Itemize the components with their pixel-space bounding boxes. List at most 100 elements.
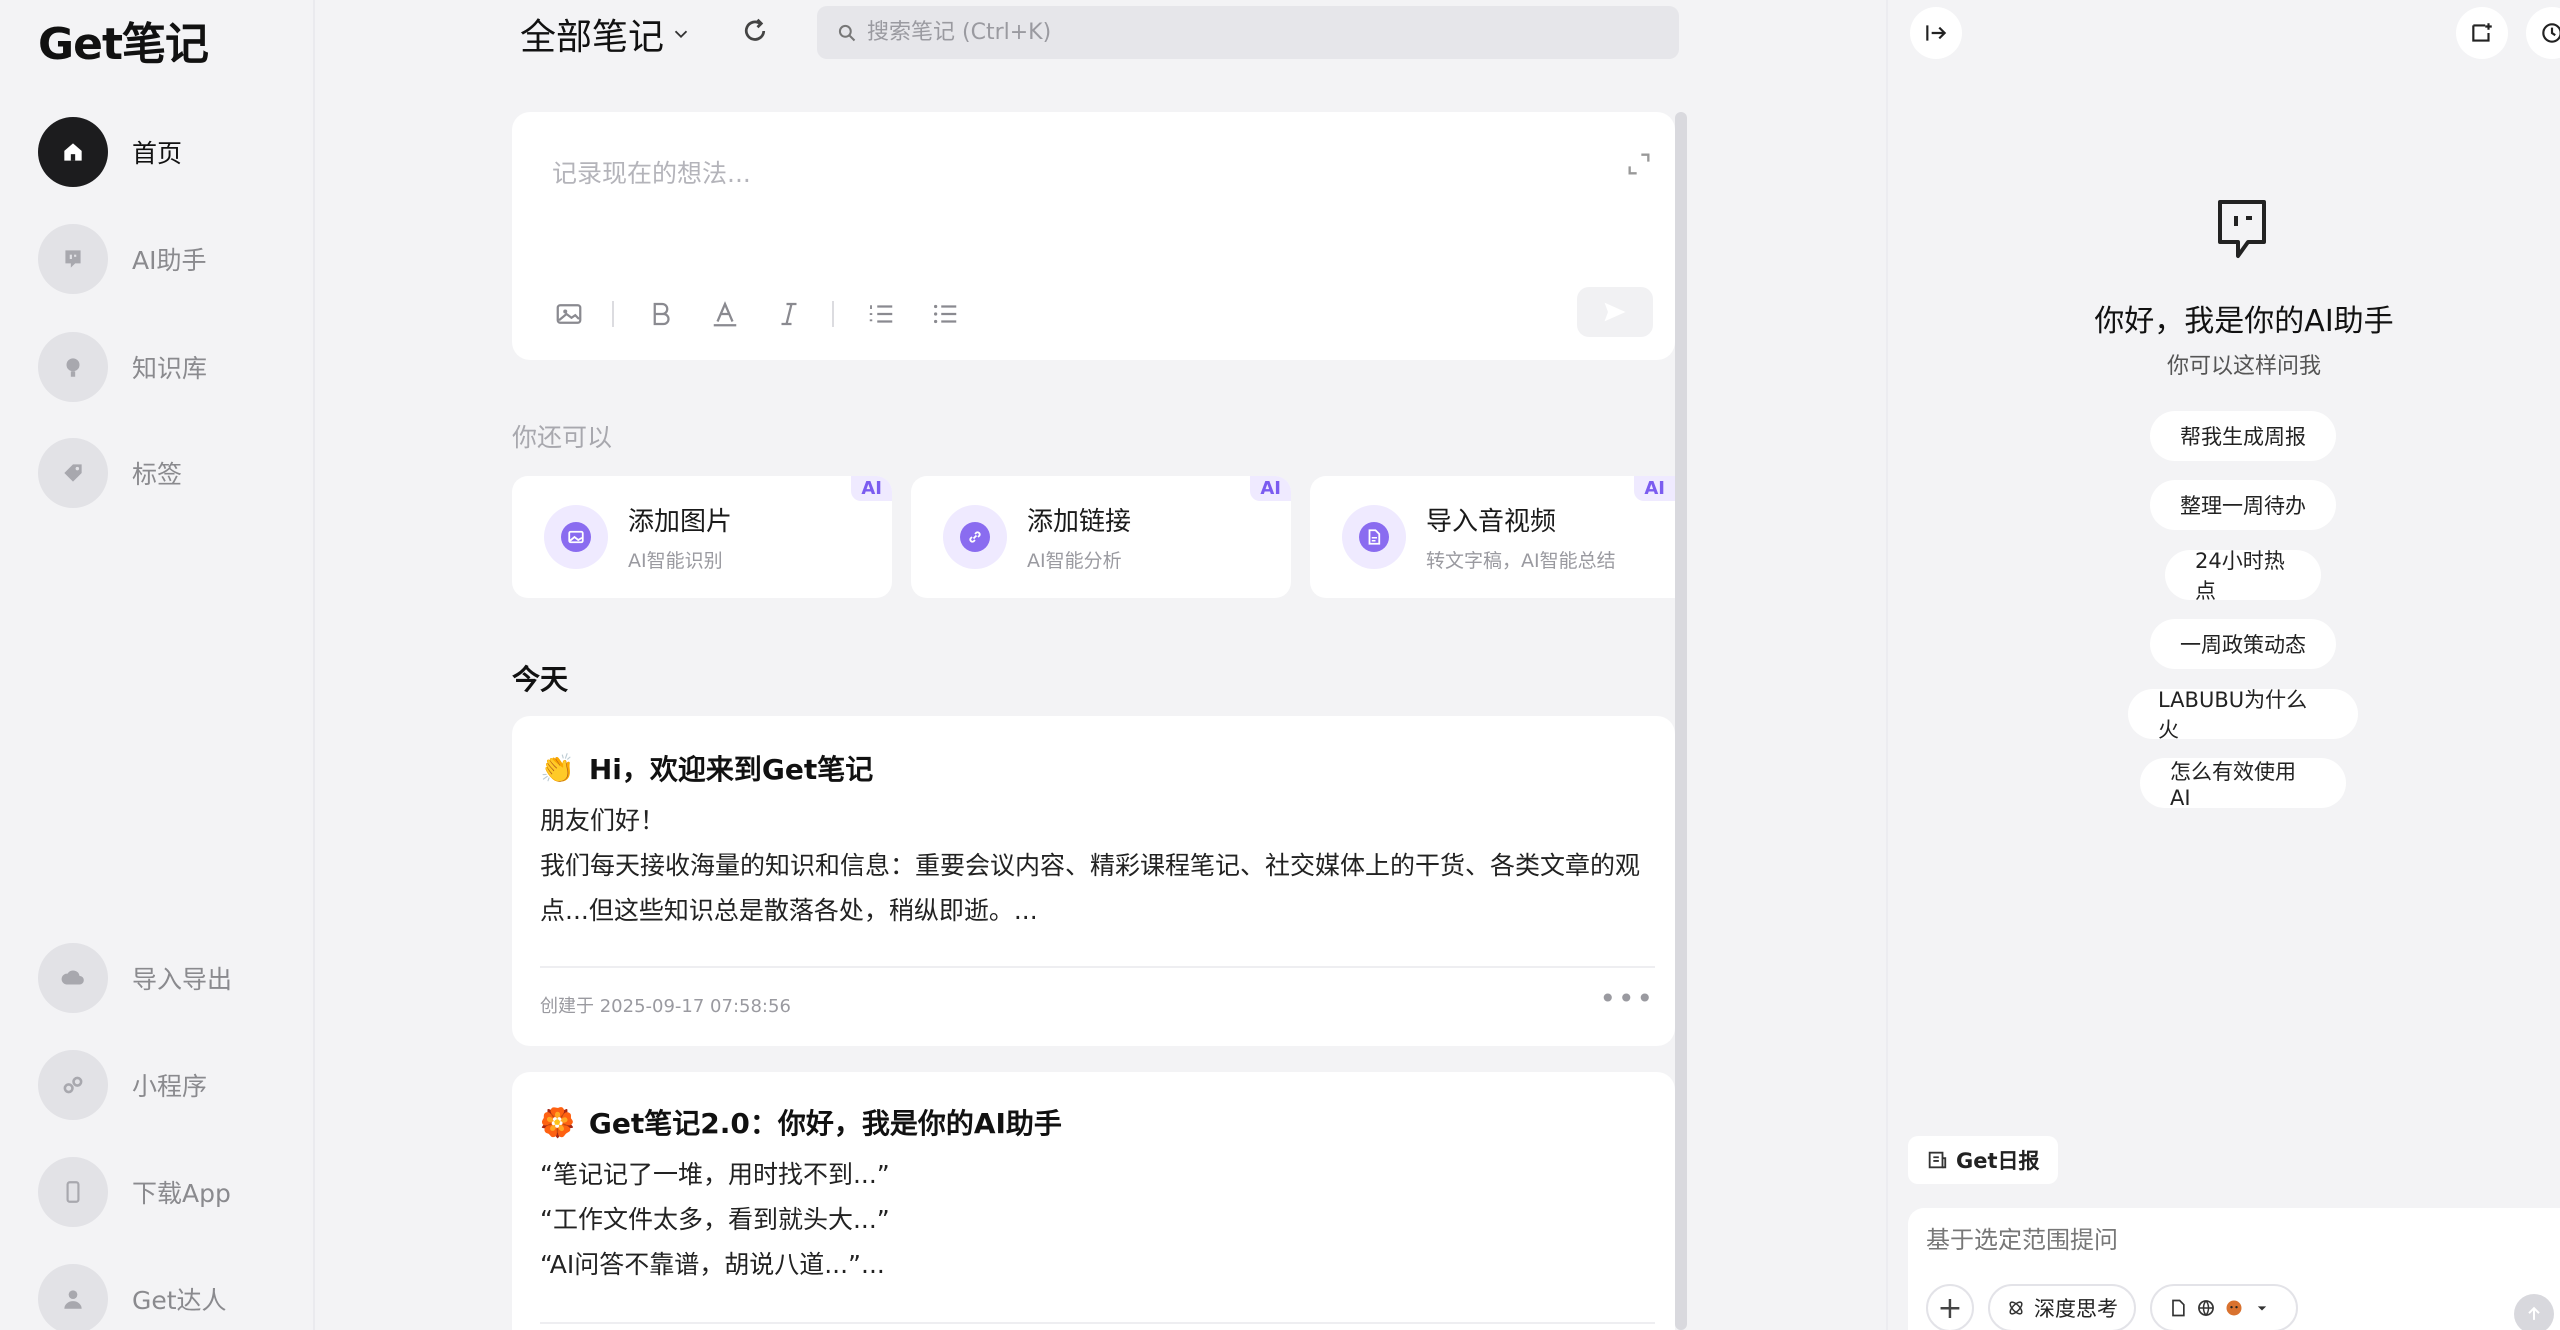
- ordered-list-icon[interactable]: [864, 297, 898, 331]
- sidebar-item-knowledge-base[interactable]: 知识库: [38, 332, 207, 402]
- ai-badge: AI: [1634, 476, 1675, 501]
- sidebar-item-label: Get达人: [132, 1286, 227, 1315]
- note-editor[interactable]: 记录现在的想法...: [512, 112, 1675, 360]
- knowledge-base-icon: [38, 332, 108, 402]
- note-body: 朋友们好！ 我们每天接收海量的知识和信息：重要会议内容、精彩课程笔记、社交媒体上…: [540, 798, 1655, 933]
- add-image-card[interactable]: 添加图片 AI智能识别 AI: [512, 476, 892, 598]
- arrow-up-icon: [2528, 1306, 2540, 1320]
- new-chat-icon: [2472, 23, 2492, 42]
- search-bar[interactable]: [817, 6, 1679, 59]
- day-heading: 今天: [512, 663, 569, 696]
- import-media-card[interactable]: 导入音视频 转文字稿，AI智能总结 AI: [1310, 476, 1675, 598]
- note-card[interactable]: 👏 Hi，欢迎来到Get笔记 朋友们好！ 我们每天接收海量的知识和信息：重要会议…: [512, 716, 1675, 1046]
- phone-icon: [38, 1157, 108, 1227]
- sidebar-item-ai-assistant[interactable]: AI助手: [38, 224, 206, 294]
- note-title: 🏵️ Get笔记2.0：你好，我是你的AI助手: [540, 1102, 1062, 1142]
- link-icon: [943, 505, 1007, 569]
- toolbar-divider: [612, 301, 614, 327]
- sidebar-item-home[interactable]: 首页: [38, 117, 182, 187]
- history-icon: [2542, 23, 2560, 43]
- editor-placeholder[interactable]: 记录现在的想法...: [552, 154, 751, 190]
- new-chat-button[interactable]: [2456, 7, 2508, 59]
- scope-selector[interactable]: [2150, 1284, 2298, 1330]
- note-divider: [540, 966, 1655, 968]
- note-title-text: Hi，欢迎来到Get笔记: [588, 753, 874, 786]
- scrollbar[interactable]: [1675, 112, 1687, 1330]
- cloud-icon: [38, 943, 108, 1013]
- sidebar-item-tags[interactable]: 标签: [38, 438, 182, 508]
- newspaper-icon: [1928, 1151, 1947, 1169]
- note-line: “工作文件太多，看到就头大...”: [540, 1205, 890, 1234]
- suggestion-chip[interactable]: 24小时热点: [2165, 549, 2321, 603]
- more-options-icon[interactable]: •••: [1599, 982, 1655, 1015]
- suggestion-chip[interactable]: LABUBU为什么火: [2128, 688, 2358, 742]
- card-title: 添加图片: [628, 507, 733, 537]
- toolbar-divider: [832, 301, 834, 327]
- sidebar-item-label: 标签: [132, 460, 183, 489]
- sidebar-item-label: 知识库: [132, 354, 208, 383]
- page-title: 全部笔记: [520, 17, 665, 58]
- app-logo[interactable]: Get笔记: [38, 8, 209, 72]
- editor-toolbar: [552, 294, 992, 334]
- add-attachment-button[interactable]: +: [1926, 1284, 1974, 1330]
- ask-send-button[interactable]: [2514, 1294, 2554, 1330]
- note-line: 点...但这些知识总是散落各处，稍纵即逝。...: [540, 896, 1038, 925]
- tag-icon: [38, 438, 108, 508]
- home-icon: [38, 117, 108, 187]
- sidebar-item-get-expert[interactable]: Get达人: [38, 1264, 227, 1330]
- note-line: 我们每天接收海量的知识和信息：重要会议内容、精彩课程笔记、社交媒体上的干货、各类…: [540, 851, 1641, 880]
- card-title: 添加链接: [1027, 507, 1132, 537]
- italic-icon[interactable]: [772, 297, 806, 331]
- ask-toolbar: + 深度思考: [1926, 1284, 2298, 1330]
- collapse-panel-button[interactable]: [1910, 7, 1962, 59]
- sidebar-item-import-export[interactable]: 导入导出: [38, 943, 232, 1013]
- card-subtitle: AI智能分析: [1027, 550, 1122, 572]
- card-title: 导入音视频: [1426, 507, 1557, 537]
- suggestion-chip[interactable]: 怎么有效使用AI: [2140, 758, 2346, 810]
- image-icon[interactable]: [552, 297, 586, 331]
- document-icon: [2172, 1299, 2185, 1317]
- deep-think-label: 深度思考: [2034, 1297, 2118, 1321]
- model-avatar-icon: [2226, 1300, 2242, 1316]
- notes-filter-dropdown[interactable]: 全部笔记: [520, 8, 692, 60]
- search-input[interactable]: [867, 20, 1647, 45]
- bold-icon[interactable]: [644, 297, 678, 331]
- note-body: “笔记记了一堆，用时找不到...” “工作文件太多，看到就头大...” “AI问…: [540, 1152, 1655, 1287]
- plus-icon: +: [1937, 1290, 1963, 1326]
- text-color-icon[interactable]: [708, 297, 742, 331]
- suggestion-chip[interactable]: 整理一周待办: [2150, 480, 2336, 530]
- suggestion-chip[interactable]: 帮我生成周报: [2150, 411, 2336, 461]
- get-daily-tag[interactable]: Get日报: [1908, 1136, 2058, 1184]
- ask-box: + 深度思考: [1908, 1208, 2560, 1330]
- sidebar-item-download-app[interactable]: 下载App: [38, 1157, 231, 1227]
- refresh-icon[interactable]: [740, 16, 770, 46]
- caret-down-icon: [2257, 1306, 2267, 1311]
- expand-icon[interactable]: [1625, 150, 1653, 178]
- history-button[interactable]: [2526, 7, 2560, 59]
- note-card[interactable]: 🏵️ Get笔记2.0：你好，我是你的AI助手 “笔记记了一堆，用时找不到...…: [512, 1072, 1675, 1330]
- ai-badge: AI: [1250, 476, 1291, 501]
- sidebar-item-label: AI助手: [132, 246, 207, 275]
- ai-robot-icon: [2218, 200, 2266, 258]
- search-icon: [838, 24, 856, 41]
- sidebar-item-mini-program[interactable]: 小程序: [38, 1050, 207, 1120]
- note-title-text: Get笔记2.0：你好，我是你的AI助手: [588, 1107, 1062, 1140]
- clap-emoji-icon: 👏: [540, 751, 575, 785]
- suggestions-label: 你还可以: [512, 423, 613, 452]
- chevron-down-icon: [674, 30, 688, 39]
- note-created-date: 创建于 2025-09-17 07:58:56: [540, 996, 791, 1017]
- send-button[interactable]: [1577, 287, 1653, 337]
- assistant-greeting: 你好，我是你的AI助手: [2094, 304, 2394, 339]
- note-line: 朋友们好！: [540, 806, 666, 835]
- ai-assistant-icon: [38, 224, 108, 294]
- add-link-card[interactable]: 添加链接 AI智能分析 AI: [911, 476, 1291, 598]
- send-icon: [1604, 302, 1626, 322]
- deep-think-toggle[interactable]: 深度思考: [1988, 1284, 2136, 1330]
- suggestion-chip[interactable]: 一周政策动态: [2150, 619, 2336, 669]
- ask-input[interactable]: [1926, 1226, 2526, 1254]
- sidebar-item-label: 首页: [132, 139, 183, 168]
- assistant-subtitle: 你可以这样问我: [2166, 354, 2321, 379]
- sidebar-item-label: 下载App: [132, 1179, 231, 1208]
- bullet-list-icon[interactable]: [928, 297, 962, 331]
- document-icon: [1342, 505, 1406, 569]
